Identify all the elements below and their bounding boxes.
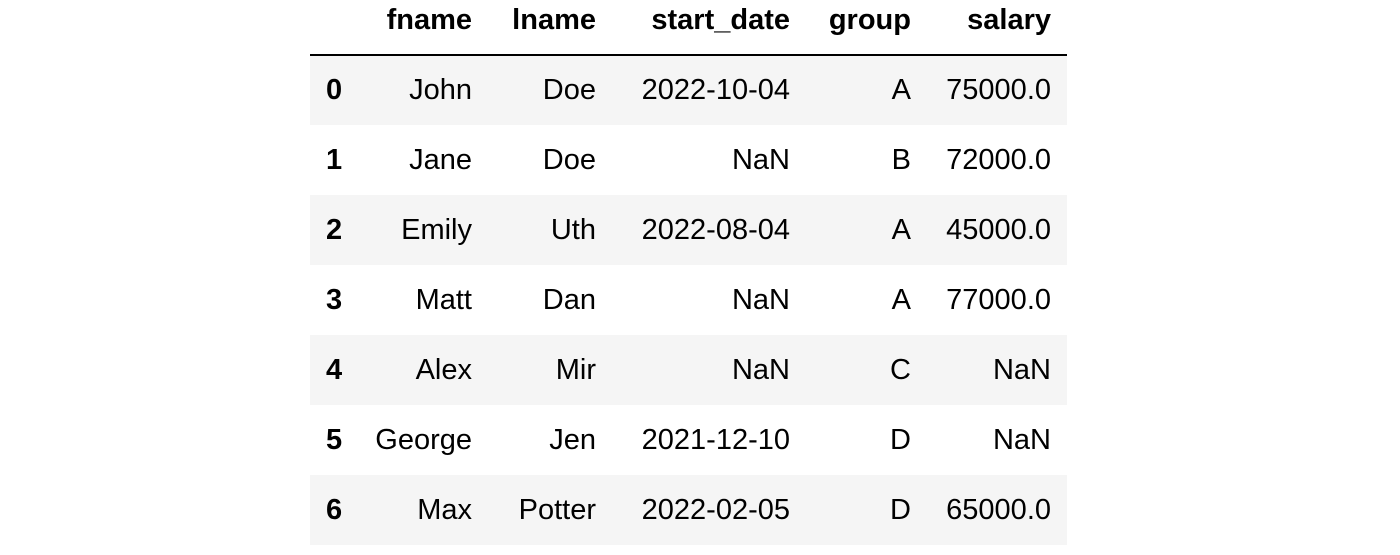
cell-salary: 45000.0 xyxy=(946,213,1051,246)
column-header-group: group xyxy=(806,0,927,56)
cell-lname: Uth xyxy=(550,213,596,246)
cell-salary: NaN xyxy=(992,353,1051,386)
row-index: 2 xyxy=(326,213,343,246)
table-row: 1 Jane Doe NaN B 72000.0 xyxy=(310,125,1067,195)
cell-fname: Emily xyxy=(401,213,472,246)
cell-start-date: NaN xyxy=(731,283,790,316)
cell-salary: 75000.0 xyxy=(946,74,1051,106)
cell-start-date: NaN xyxy=(731,143,790,176)
cell-lname: Jen xyxy=(549,423,596,456)
cell-lname: Dan xyxy=(542,283,596,316)
table-row: 2 Emily Uth 2022-08-04 A 45000.0 xyxy=(310,195,1067,265)
row-index: 4 xyxy=(326,353,343,386)
cell-group: C xyxy=(890,353,911,386)
cell-fname: Max xyxy=(417,493,472,526)
table-row: 6 Max Potter 2022-02-05 D 65000.0 xyxy=(310,475,1067,545)
column-header-start-date: start_date xyxy=(612,0,806,56)
dataframe-table: fname lname start_date group salary 0 Jo… xyxy=(310,0,1067,545)
row-index: 6 xyxy=(326,493,343,526)
cell-start-date: 2021-12-10 xyxy=(641,423,790,456)
column-header-fname: fname xyxy=(362,0,488,56)
cell-fname: Alex xyxy=(415,353,472,386)
table-row: 4 Alex Mir NaN C NaN xyxy=(310,335,1067,405)
row-index: 3 xyxy=(326,283,343,316)
cell-lname: Doe xyxy=(542,74,596,106)
column-header-salary: salary xyxy=(927,0,1067,56)
cell-start-date: NaN xyxy=(731,353,790,386)
header-row: fname lname start_date group salary xyxy=(310,0,1067,56)
cell-group: A xyxy=(891,283,911,316)
row-index: 0 xyxy=(326,74,343,106)
cell-start-date: 2022-10-04 xyxy=(641,74,790,106)
cell-lname: Mir xyxy=(555,353,596,386)
cell-salary: 65000.0 xyxy=(946,493,1051,526)
cell-fname: Jane xyxy=(409,143,472,176)
cell-group: B xyxy=(891,143,911,176)
cell-group: D xyxy=(890,423,911,456)
cell-start-date: 2022-08-04 xyxy=(641,213,790,246)
dataframe-output: fname lname start_date group salary 0 Jo… xyxy=(310,0,1067,545)
cell-group: A xyxy=(891,213,911,246)
cell-group: A xyxy=(891,74,911,106)
table-row: 3 Matt Dan NaN A 77000.0 xyxy=(310,265,1067,335)
cell-salary: NaN xyxy=(992,423,1051,456)
cell-group: D xyxy=(890,493,911,526)
column-header-lname: lname xyxy=(488,0,612,56)
row-index: 5 xyxy=(326,423,343,456)
cell-fname: Matt xyxy=(415,283,472,316)
cell-fname: George xyxy=(375,423,472,456)
cell-lname: Doe xyxy=(542,143,596,176)
column-header-index xyxy=(310,0,362,56)
row-index: 1 xyxy=(326,143,343,176)
cell-salary: 72000.0 xyxy=(946,143,1051,176)
table-row: 0 John Doe 2022-10-04 A 75000.0 xyxy=(310,55,1067,125)
cell-fname: John xyxy=(409,74,472,106)
table-row: 5 George Jen 2021-12-10 D NaN xyxy=(310,405,1067,475)
cell-start-date: 2022-02-05 xyxy=(641,493,790,526)
cell-lname: Potter xyxy=(518,493,596,526)
cell-salary: 77000.0 xyxy=(946,283,1051,316)
